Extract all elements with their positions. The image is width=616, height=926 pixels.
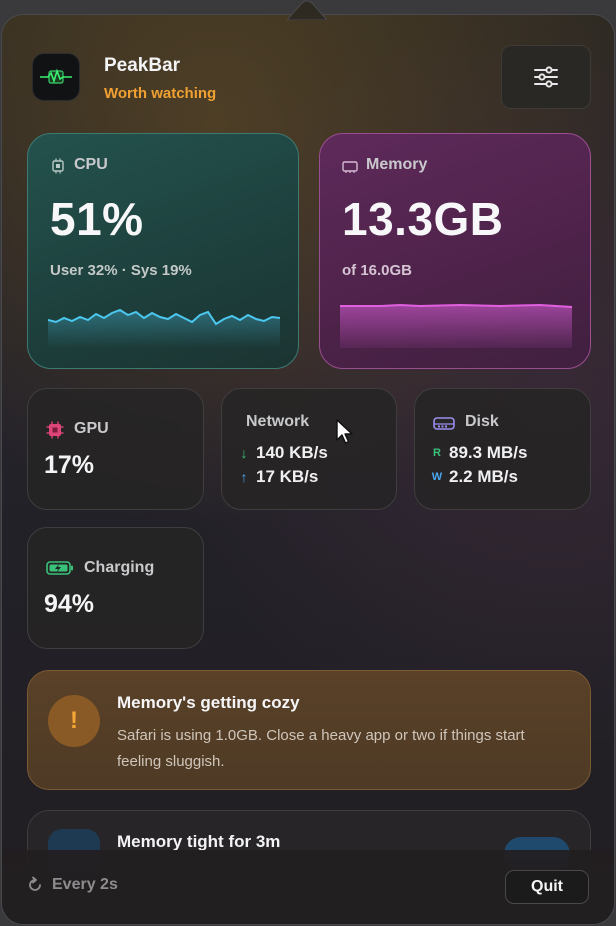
settings-button[interactable] — [501, 45, 591, 109]
cpu-label: CPU — [74, 156, 108, 173]
refresh-icon — [29, 876, 41, 891]
memory-card[interactable]: Memory 13.3GB of 16.0GB — [319, 133, 591, 369]
quit-button[interactable]: Quit — [505, 870, 589, 904]
menubar-popover: PeakBar Worth watching CPU 51% User 32% … — [1, 14, 615, 925]
alert-message: Safari is using 1.0GB. Close a heavy app… — [117, 727, 525, 770]
refresh-label: Every 2s — [52, 876, 118, 893]
heartbeat-chip-icon — [40, 68, 72, 84]
network-upload-value: 17 KB/s — [256, 467, 319, 486]
disk-label: Disk — [465, 413, 499, 430]
disk-read-tag: R — [433, 447, 441, 459]
battery-charging-icon — [46, 561, 73, 575]
warning-icon: ! — [48, 695, 100, 747]
header: PeakBar Worth watching — [32, 45, 592, 123]
cpu-value: 51% — [50, 193, 144, 245]
memory-label: Memory — [366, 156, 428, 173]
network-download-row: ↓ 140 KB/s — [238, 443, 328, 463]
arrow-down-icon: ↓ — [240, 445, 248, 461]
memory-detail: of 16.0GB — [342, 262, 413, 279]
app-logo — [32, 53, 80, 101]
cpu-chip-icon — [52, 158, 64, 174]
sliders-icon — [534, 66, 558, 88]
cpu-detail: User 32% · Sys 19% — [50, 262, 192, 279]
gpu-label: GPU — [74, 420, 109, 437]
memory-sparkline — [340, 303, 572, 348]
gpu-card[interactable]: GPU 17% — [27, 388, 204, 510]
memory-stick-icon — [342, 161, 358, 173]
network-label: Network — [246, 413, 310, 430]
memory-alert-card[interactable]: ! Memory's getting cozy Safari is using … — [27, 670, 591, 790]
battery-label: Charging — [84, 559, 155, 576]
hard-drive-icon — [433, 417, 455, 430]
gpu-chip-icon — [46, 421, 64, 439]
memory-value: 13.3GB — [342, 193, 504, 245]
disk-read-row: R 89.3 MB/s — [431, 443, 527, 463]
refresh-interval[interactable]: Every 2s — [26, 876, 118, 894]
status-text: Worth watching — [104, 85, 217, 102]
alert-title: Memory's getting cozy — [117, 693, 300, 712]
disk-read-value: 89.3 MB/s — [449, 443, 528, 462]
battery-card[interactable]: Charging 94% — [27, 527, 204, 649]
tip-title: Memory tight for 3m — [117, 832, 281, 851]
arrow-up-icon: ↑ — [240, 469, 248, 485]
footer: Every 2s Quit — [2, 850, 614, 924]
mouse-cursor-icon — [336, 419, 353, 444]
disk-card[interactable]: Disk R 89.3 MB/s W 2.2 MB/s — [414, 388, 591, 510]
popover-arrow — [287, 0, 327, 20]
app-title: PeakBar — [104, 55, 181, 76]
cpu-sparkline — [48, 308, 280, 348]
network-card[interactable]: Network ↓ 140 KB/s ↑ 17 KB/s — [221, 388, 397, 510]
disk-write-tag: W — [431, 471, 443, 483]
disk-write-row: W 2.2 MB/s — [431, 467, 518, 487]
cpu-card[interactable]: CPU 51% User 32% · Sys 19% — [27, 133, 299, 369]
network-download-value: 140 KB/s — [256, 443, 328, 462]
network-upload-row: ↑ 17 KB/s — [238, 467, 319, 487]
battery-value: 94% — [44, 590, 95, 618]
gpu-value: 17% — [44, 451, 95, 479]
disk-write-value: 2.2 MB/s — [449, 467, 518, 486]
